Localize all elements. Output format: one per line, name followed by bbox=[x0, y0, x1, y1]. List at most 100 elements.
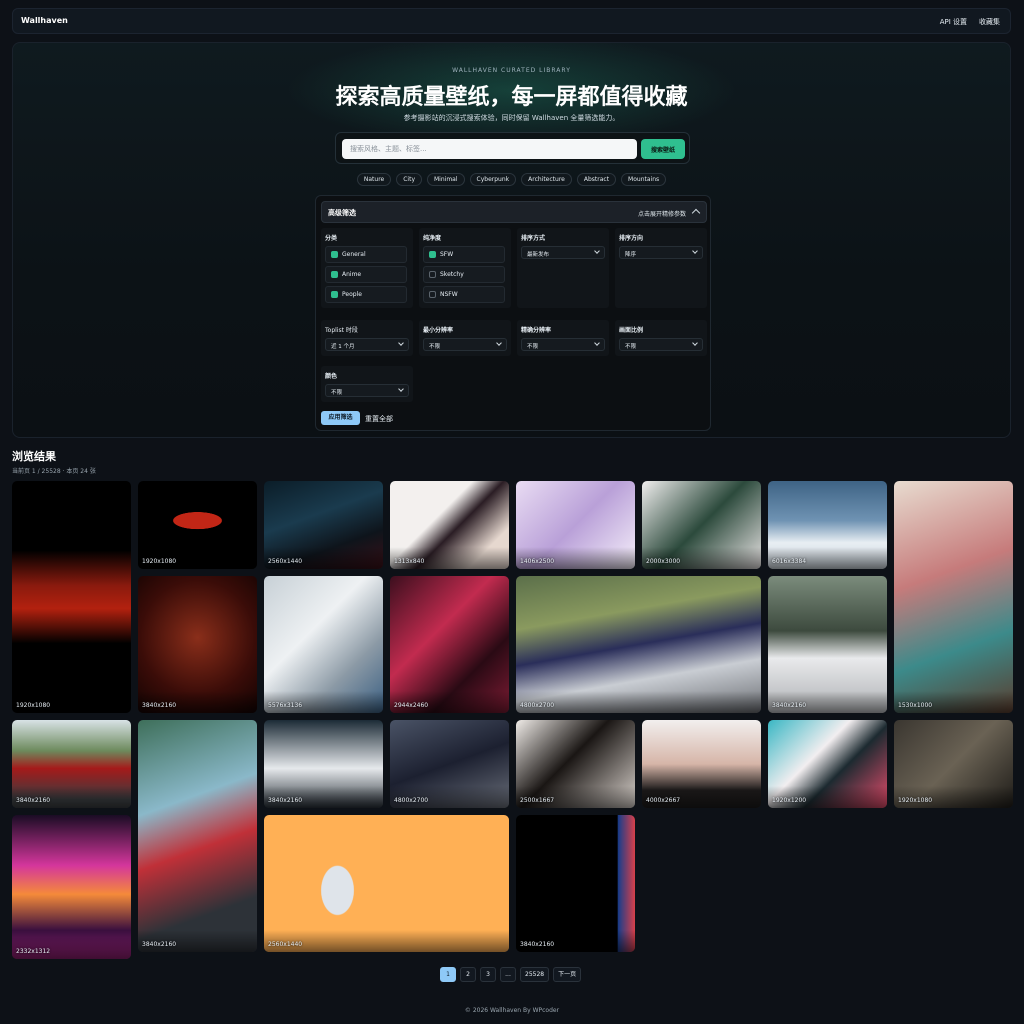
wallpaper-tile[interactable]: 6016x3384 bbox=[768, 481, 887, 569]
checkbox-icon[interactable] bbox=[331, 291, 338, 298]
wallpaper-tile[interactable]: 4800x2700 bbox=[390, 720, 509, 808]
wallpaper-tile[interactable]: 1406x2500 bbox=[516, 481, 635, 569]
wallpaper-tile[interactable]: 1920x1080 bbox=[894, 720, 1013, 808]
nav-links: API 设置 收藏集 bbox=[940, 17, 1000, 27]
quick-tags: Nature City Minimal Cyberpunk Architectu… bbox=[13, 173, 1010, 186]
chevron-up-icon[interactable] bbox=[691, 208, 701, 218]
results-meta: 当前页 1 / 25528 · 本页 24 张 bbox=[12, 468, 96, 475]
wallpaper-tile[interactable]: 3840x2160 bbox=[768, 576, 887, 713]
tag-abstract[interactable]: Abstract bbox=[576, 173, 617, 186]
exactres-group: 精确分辨率 不限 bbox=[517, 320, 609, 356]
tag-architecture[interactable]: Architecture bbox=[521, 173, 572, 186]
color-select[interactable]: 不限 bbox=[325, 384, 409, 397]
checkbox-icon[interactable] bbox=[429, 251, 436, 258]
resolution-label: 1920x1080 bbox=[898, 797, 933, 804]
wallpaper-tile[interactable]: 1920x1200 bbox=[768, 720, 887, 808]
select-value: 不限 bbox=[625, 344, 637, 350]
checkbox-icon[interactable] bbox=[331, 251, 338, 258]
ratio-select[interactable]: 不限 bbox=[619, 338, 703, 351]
page-1[interactable]: 1 bbox=[440, 967, 456, 982]
filter-title: 高级筛选 bbox=[328, 209, 356, 217]
select-value: 降序 bbox=[625, 252, 637, 258]
hero-title: 探索高质量壁纸，每一屏都值得收藏 bbox=[335, 85, 688, 110]
purity-group: 纯净度 SFW Sketchy NSFW bbox=[419, 228, 511, 308]
wallpaper-tile[interactable]: 2500x1667 bbox=[516, 720, 635, 808]
checkbox-icon[interactable] bbox=[429, 271, 436, 278]
nav-api-settings[interactable]: API 设置 bbox=[940, 17, 967, 27]
resolution-label: 3840x2160 bbox=[16, 797, 51, 804]
wallpaper-tile[interactable]: 3840x2160 bbox=[516, 815, 635, 952]
brand-logo[interactable]: Wallhaven bbox=[21, 16, 68, 25]
page-ellipsis: ... bbox=[500, 967, 516, 982]
wallpaper-tile[interactable]: 2944x2460 bbox=[390, 576, 509, 713]
wallpaper-tile[interactable]: 1920x1080 bbox=[12, 481, 131, 713]
search-button[interactable]: 搜索壁纸 bbox=[641, 139, 685, 159]
exactres-select[interactable]: 不限 bbox=[521, 338, 605, 351]
hero-section: WALLHAVEN CURATED LIBRARY 探索高质量壁纸，每一屏都值得… bbox=[12, 42, 1011, 438]
apply-filter-button[interactable]: 应用筛选 bbox=[321, 411, 360, 425]
page-last[interactable]: 25528 bbox=[520, 967, 550, 982]
resolution-label: 2560x1440 bbox=[268, 941, 303, 948]
minres-select[interactable]: 不限 bbox=[423, 338, 507, 351]
nav-collections[interactable]: 收藏集 bbox=[979, 17, 1000, 27]
category-general[interactable]: General bbox=[325, 246, 407, 263]
wallpaper-tile[interactable]: 4000x2667 bbox=[642, 720, 761, 808]
reset-all-button[interactable]: 重置全部 bbox=[365, 414, 393, 424]
sort-select[interactable]: 最新发布 bbox=[521, 246, 605, 259]
resolution-label: 3840x2160 bbox=[142, 702, 177, 709]
wallpaper-tile[interactable]: 4800x2700 bbox=[516, 576, 761, 713]
search-input[interactable] bbox=[342, 139, 637, 159]
category-people[interactable]: People bbox=[325, 286, 407, 303]
footer: © 2026 Wallhaven By WPcoder bbox=[464, 1007, 560, 1014]
resolution-label: 3840x2160 bbox=[142, 941, 177, 948]
select-value: 不限 bbox=[429, 344, 441, 350]
resolution-label: 3840x2160 bbox=[520, 941, 555, 948]
page-2[interactable]: 2 bbox=[460, 967, 476, 982]
color-label: 颜色 bbox=[325, 373, 338, 380]
wallpaper-tile[interactable]: 5576x3136 bbox=[264, 576, 383, 713]
wallpaper-tile[interactable]: 2000x3000 bbox=[642, 481, 761, 569]
purity-nsfw[interactable]: NSFW bbox=[423, 286, 505, 303]
tag-city[interactable]: City bbox=[396, 173, 422, 186]
tag-minimal[interactable]: Minimal bbox=[427, 173, 465, 186]
wallpaper-tile[interactable]: 2332x1312 bbox=[12, 815, 131, 959]
resolution-label: 2000x3000 bbox=[646, 558, 681, 565]
wallpaper-tile[interactable]: 1313x840 bbox=[390, 481, 509, 569]
tag-mountains[interactable]: Mountains bbox=[621, 173, 667, 186]
wallpaper-tile[interactable]: 3840x2160 bbox=[12, 720, 131, 808]
chevron-down-icon bbox=[398, 340, 404, 346]
wallpaper-tile[interactable]: 3840x2160 bbox=[264, 720, 383, 808]
tag-cyberpunk[interactable]: Cyberpunk bbox=[469, 173, 517, 186]
sort-group: 排序方式 最新发布 bbox=[517, 228, 609, 308]
next-page-button[interactable]: 下一页 bbox=[553, 967, 582, 982]
toplist-select[interactable]: 近 1 个月 bbox=[325, 338, 409, 351]
wallpaper-tile[interactable]: 1530x1000 bbox=[894, 481, 1013, 713]
resolution-label: 1920x1200 bbox=[772, 797, 807, 804]
select-value: 不限 bbox=[527, 344, 539, 350]
purity-label: 纯净度 bbox=[423, 235, 442, 242]
tag-nature[interactable]: Nature bbox=[356, 173, 392, 186]
purity-sketchy[interactable]: Sketchy bbox=[423, 266, 505, 283]
wallpaper-tile[interactable]: 1920x1080 bbox=[138, 481, 257, 569]
sort-label: 排序方式 bbox=[521, 235, 546, 242]
checkbox-icon[interactable] bbox=[331, 271, 338, 278]
wallpaper-tile[interactable]: 3840x2160 bbox=[138, 720, 257, 952]
order-select[interactable]: 降序 bbox=[619, 246, 703, 259]
toplist-label: Toplist 时段 bbox=[325, 327, 358, 334]
minres-label: 最小分辨率 bbox=[423, 327, 454, 334]
purity-sfw[interactable]: SFW bbox=[423, 246, 505, 263]
select-value: 不限 bbox=[331, 390, 343, 396]
wallpaper-tile[interactable]: 3840x2160 bbox=[138, 576, 257, 713]
resolution-label: 1920x1080 bbox=[16, 702, 51, 709]
resolution-label: 2500x1667 bbox=[520, 797, 555, 804]
chevron-down-icon bbox=[594, 248, 600, 254]
category-anime[interactable]: Anime bbox=[325, 266, 407, 283]
checkbox-icon[interactable] bbox=[429, 291, 436, 298]
wallpaper-tile[interactable]: 2560x1440 bbox=[264, 481, 383, 569]
resolution-label: 6016x3384 bbox=[772, 558, 807, 565]
wallpaper-tile[interactable]: 2560x1440 bbox=[264, 815, 509, 952]
checkbox-label: People bbox=[342, 291, 362, 298]
resolution-label: 2332x1312 bbox=[16, 948, 51, 955]
filter-header[interactable]: 高级筛选 点击展开精修参数 bbox=[321, 201, 707, 223]
page-3[interactable]: 3 bbox=[480, 967, 496, 982]
